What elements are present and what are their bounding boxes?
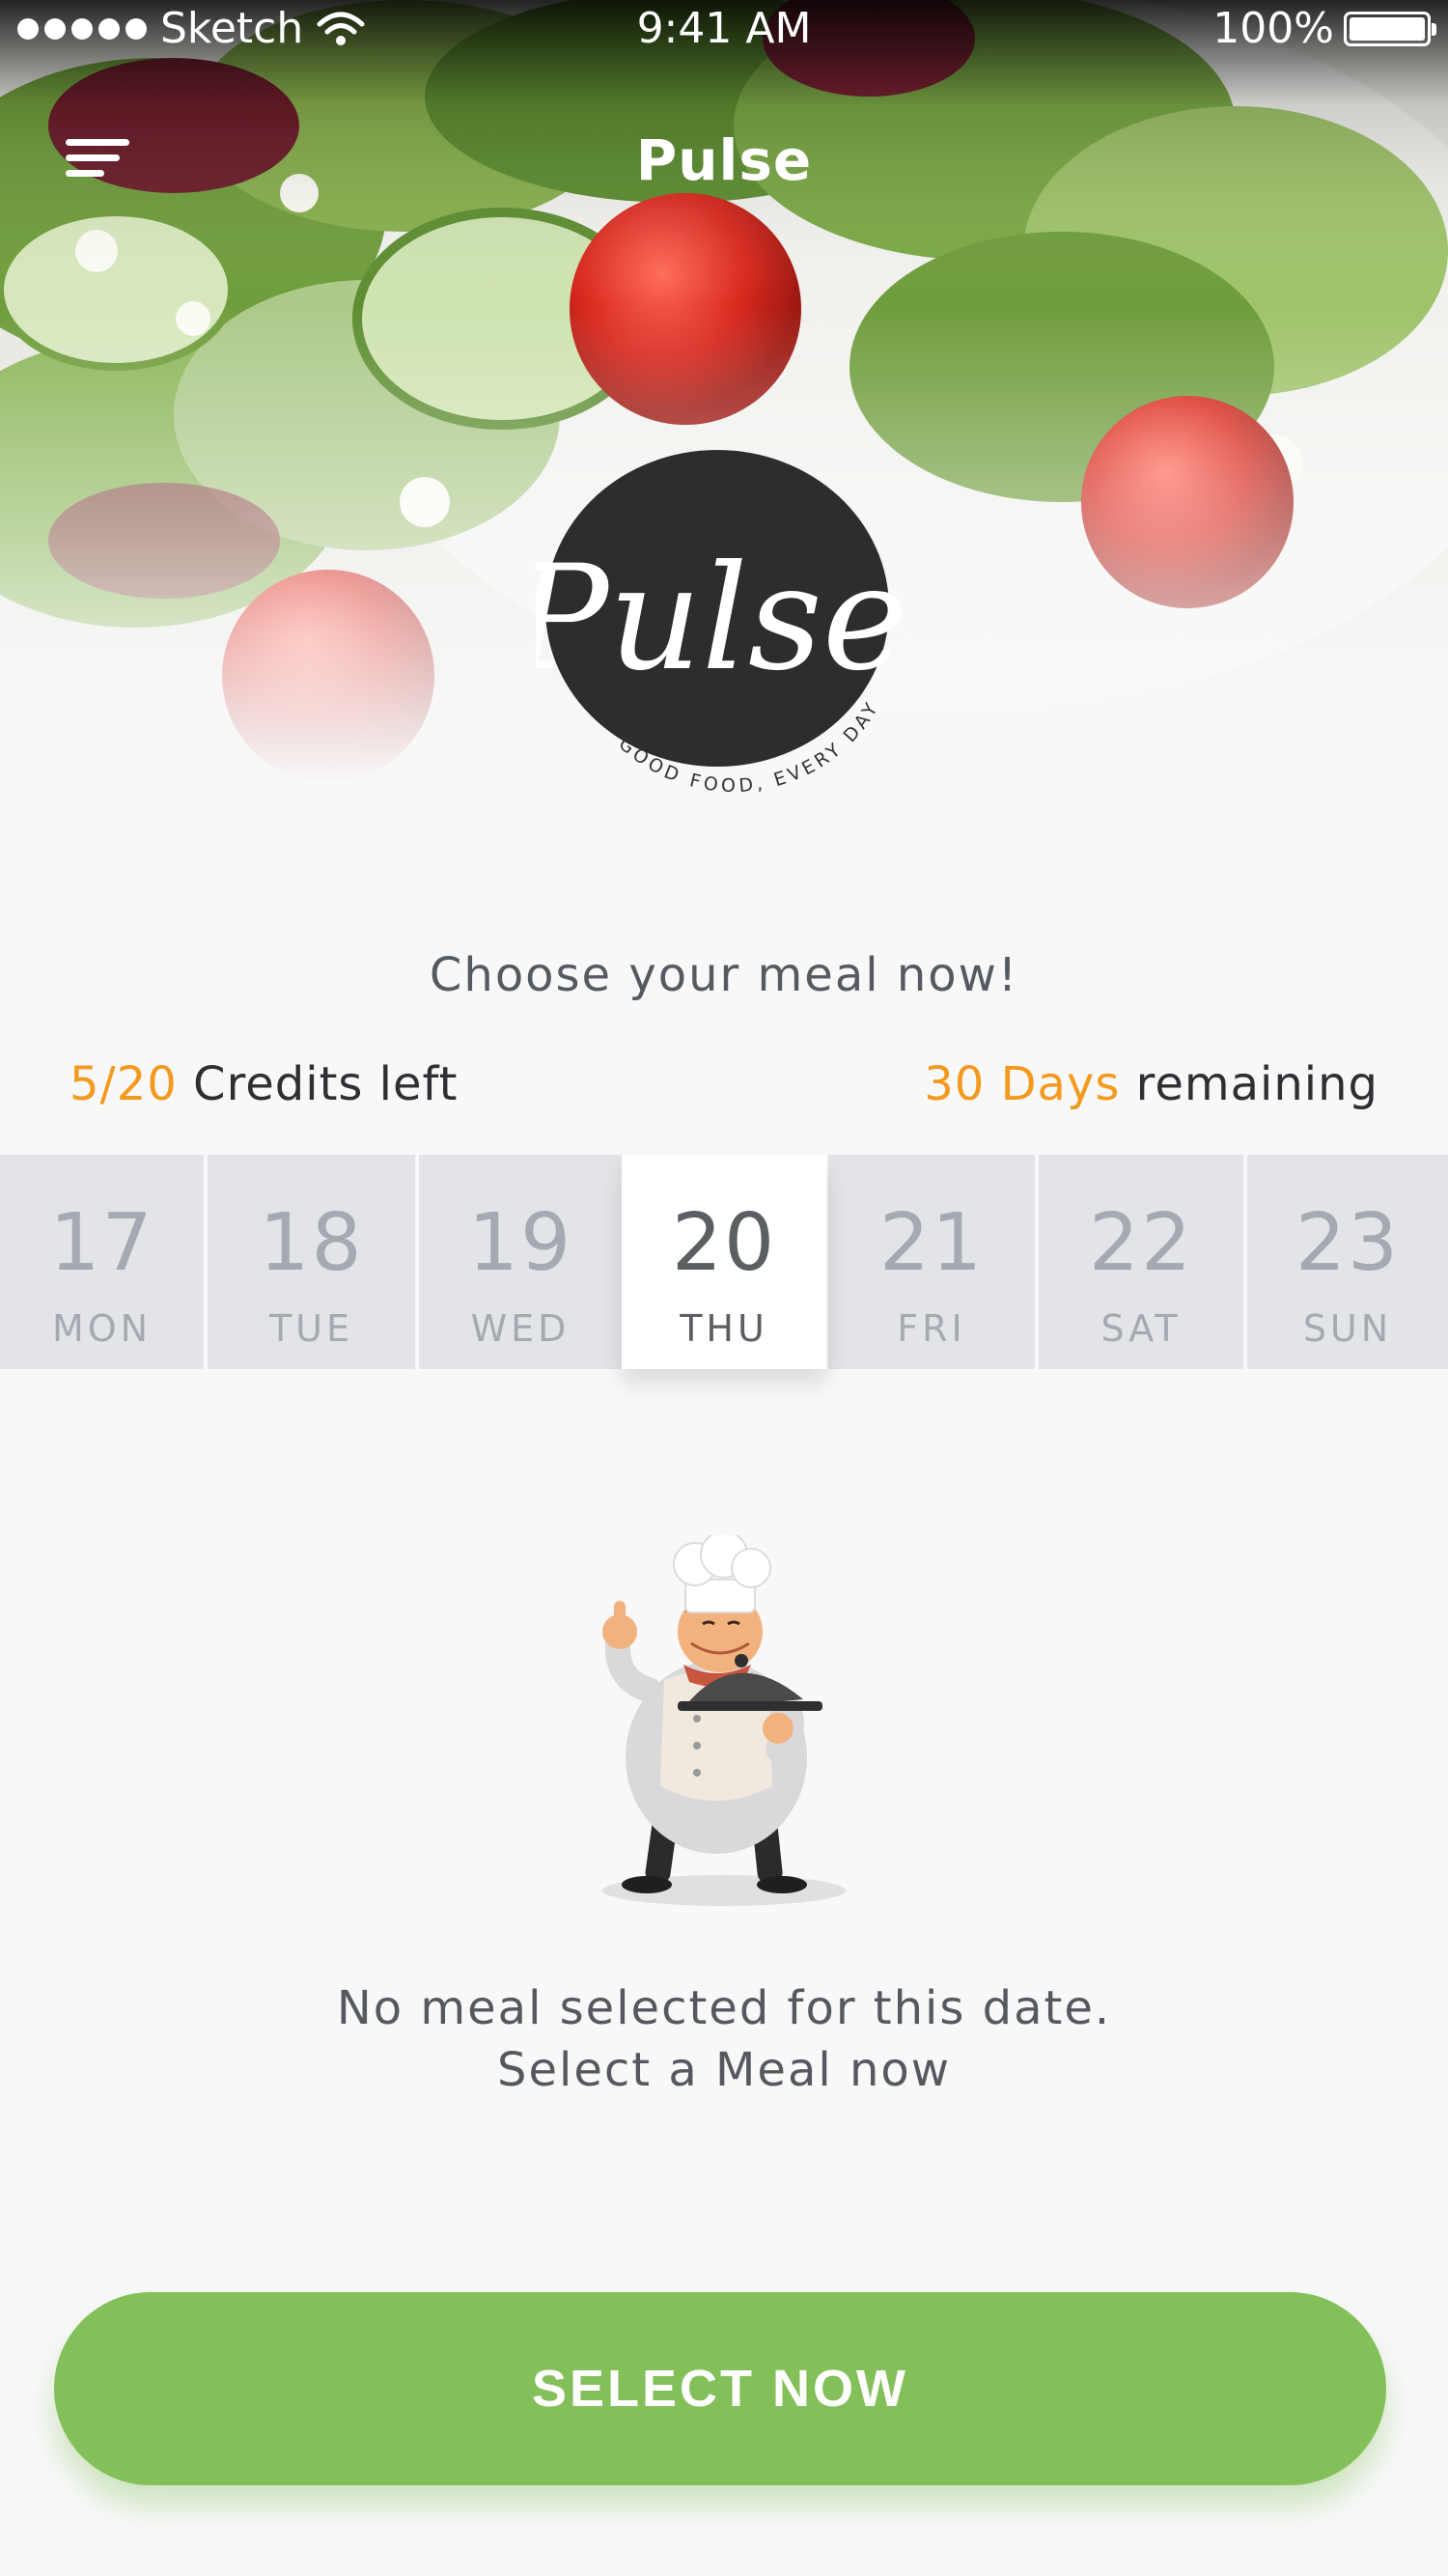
date-tab-21[interactable]: 21 FRI (828, 1155, 1035, 1369)
date-weekday: MON (51, 1307, 153, 1350)
empty-state-message: No meal selected for this date. (336, 1981, 1112, 2035)
choose-meal-prompt: Choose your meal now! (429, 948, 1019, 1002)
date-tab-19[interactable]: 19 WED (419, 1155, 622, 1369)
date-number: 23 (1295, 1197, 1401, 1289)
date-number: 21 (878, 1197, 985, 1289)
empty-state-hint: Select a Meal now (496, 2043, 951, 2097)
logo-wordmark: Pulse (536, 535, 908, 703)
days-remaining-info: 30 Days remaining (924, 1057, 1378, 1111)
days-label: remaining (1120, 1057, 1378, 1111)
battery-icon (1344, 11, 1436, 46)
date-tab-20-selected[interactable]: 20 THU (622, 1155, 826, 1369)
date-number: 18 (259, 1197, 364, 1289)
credits-value: 5/20 (70, 1057, 178, 1111)
date-weekday: SUN (1302, 1307, 1393, 1350)
credits-label: Credits left (177, 1057, 459, 1111)
date-number: 20 (671, 1197, 777, 1289)
date-weekday: THU (680, 1307, 768, 1350)
chef-illustration (602, 1535, 846, 1906)
nav-title: Pulse (635, 127, 813, 193)
date-tab-17[interactable]: 17 MON (0, 1155, 204, 1369)
date-weekday: TUE (268, 1307, 354, 1350)
days-value: 30 Days (924, 1057, 1121, 1111)
pulse-logo-badge: Pulse GOOD FOOD, EVERY DAY (508, 450, 908, 797)
date-number: 22 (1088, 1197, 1194, 1289)
pulse-logo: Pulse GOOD FOOD, EVERY DAY (508, 446, 922, 813)
battery-percent: 100% (1212, 4, 1334, 53)
date-strip: 17 MON 18 TUE 19 WED 20 THU 21 FRI 22 SA… (0, 1155, 1448, 1369)
date-weekday: WED (470, 1307, 571, 1350)
date-tab-18[interactable]: 18 TUE (208, 1155, 415, 1369)
credits-info: 5/20 Credits left (70, 1057, 458, 1111)
status-right: 100% (1212, 4, 1436, 53)
select-now-button[interactable]: SELECT NOW (54, 2292, 1386, 2485)
date-number: 17 (49, 1197, 154, 1289)
date-tab-22[interactable]: 22 SAT (1039, 1155, 1243, 1369)
date-weekday: FRI (897, 1307, 966, 1350)
date-weekday: SAT (1100, 1307, 1182, 1350)
date-tab-23[interactable]: 23 SUN (1247, 1155, 1448, 1369)
date-number: 19 (467, 1197, 573, 1289)
status-bar: Sketch 9:41 AM 100% (0, 0, 1448, 60)
